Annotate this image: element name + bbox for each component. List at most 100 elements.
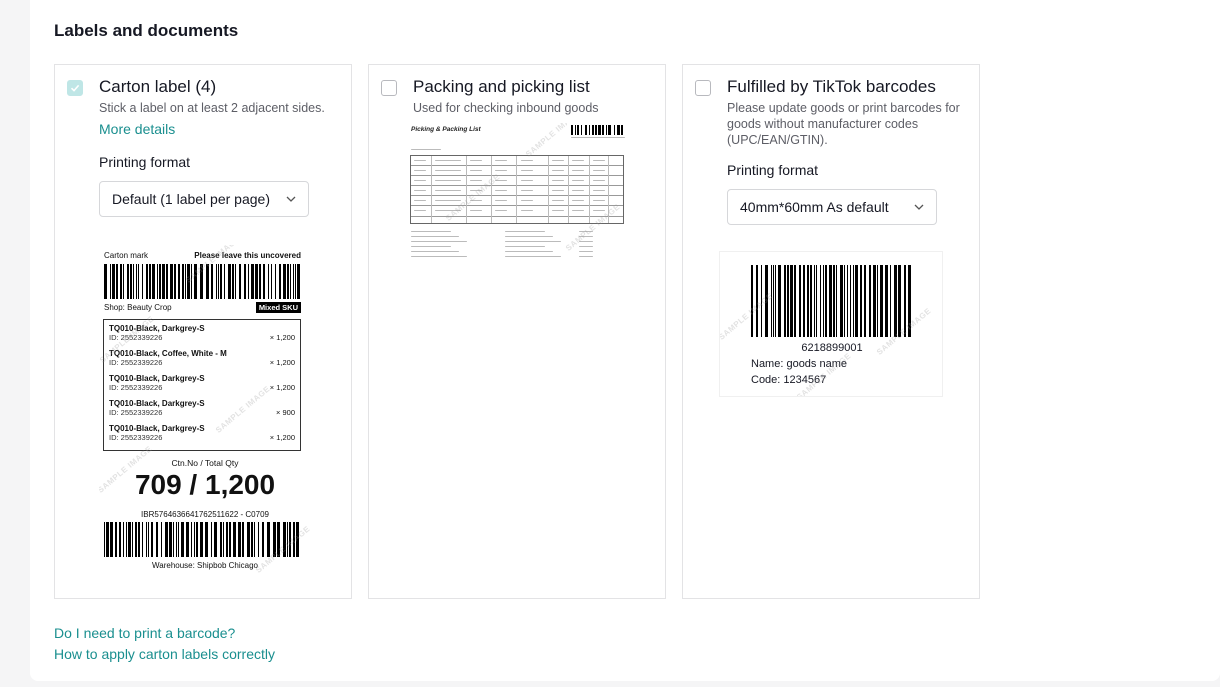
chevron-down-icon — [914, 204, 924, 210]
ftt-barcodes-card[interactable]: Fulfilled by TikTok barcodes Please upda… — [682, 64, 980, 599]
table-line — [411, 175, 623, 176]
barcode-bar — [283, 264, 286, 299]
scribble — [552, 190, 564, 191]
scribble — [495, 160, 507, 161]
more-details-link[interactable]: More details — [99, 121, 175, 137]
barcode-bar — [248, 264, 249, 299]
barcode-bar — [825, 265, 827, 337]
scribble — [579, 241, 593, 242]
barcode-bar — [104, 264, 107, 299]
barcode-bar — [244, 264, 246, 299]
barcode-bar — [794, 265, 796, 337]
barcode-bar — [250, 522, 253, 557]
carton-labels-help-link[interactable]: How to apply carton labels correctly — [54, 646, 275, 662]
warehouse-text: Warehouse: Shipbob Chicago — [152, 561, 258, 570]
table-line — [568, 156, 569, 223]
print-barcode-help-link[interactable]: Do I need to print a barcode? — [54, 625, 235, 641]
packing-list-heading: Picking & Packing List — [411, 126, 481, 133]
printing-format-select[interactable]: Default (1 label per page) — [99, 181, 309, 217]
barcode-bar — [836, 265, 837, 337]
ftt-barcodes-checkbox[interactable] — [695, 80, 711, 96]
scribble — [521, 160, 533, 161]
scribble — [435, 160, 461, 161]
scribble — [593, 190, 605, 191]
barcode-bar — [287, 522, 289, 557]
barcode-bar — [110, 264, 111, 299]
carton-label-card[interactable]: Carton label (4) Stick a label on at lea… — [54, 64, 352, 599]
scribble — [470, 160, 482, 161]
barcode-bar — [152, 264, 155, 299]
sku-row: TQ010-Black, Darkgrey-S ID: 2552339226 ×… — [109, 324, 295, 349]
barcode-bar — [130, 264, 132, 299]
barcode-bar — [756, 265, 758, 337]
packing-list-preview: Picking & Packing List SAMPLE IMAGE SAMP… — [409, 123, 629, 283]
barcode-bar — [220, 264, 222, 299]
barcode-bar — [142, 264, 143, 299]
barcode-bar — [614, 125, 615, 135]
sku-row: TQ010-Black, Darkgrey-S ID: 2552339226 ×… — [109, 374, 295, 399]
scribble — [414, 200, 426, 201]
barcode-bar — [617, 125, 620, 135]
check-icon — [70, 84, 80, 92]
scribble — [470, 210, 482, 211]
barcode-bar — [112, 264, 115, 299]
barcode-bar — [803, 265, 805, 337]
barcode-bar — [296, 522, 300, 557]
barcode-bar — [147, 522, 149, 557]
barcode-bar — [241, 522, 244, 557]
barcode-bar — [273, 522, 277, 557]
barcode-bar — [268, 264, 269, 299]
barcode-bar — [239, 264, 241, 299]
section-title: Labels and documents — [54, 21, 239, 40]
scribble — [505, 256, 561, 257]
table-line — [411, 205, 623, 206]
barcode-bar — [228, 522, 231, 557]
packing-barcode — [571, 125, 625, 135]
barcode-bar — [120, 264, 122, 299]
barcode-bar — [880, 265, 883, 337]
barcode-number: 6218899001 — [801, 342, 863, 354]
barcode-bar — [877, 265, 878, 337]
shop-text: Shop: Beauty Crop — [104, 303, 172, 312]
table-line — [411, 216, 623, 217]
barcode-bar — [173, 522, 175, 557]
barcode-bar — [275, 264, 276, 299]
barcode-bar — [289, 522, 292, 557]
scribble — [435, 180, 461, 181]
ctn-label: Ctn.No / Total Qty — [171, 458, 239, 468]
card-description: Please update goods or print barcodes fo… — [727, 101, 960, 147]
ftt-barcode — [751, 265, 913, 337]
packing-list-card[interactable]: Packing and picking list Used for checki… — [368, 64, 666, 599]
barcode-bar — [194, 264, 197, 299]
barcode-bar — [174, 264, 176, 299]
barcode-bar — [235, 264, 236, 299]
packing-list-checkbox[interactable] — [381, 80, 397, 96]
barcode-bar — [136, 264, 137, 299]
barcode-bar — [253, 522, 255, 557]
scribble — [505, 241, 561, 242]
barcode-bar — [165, 522, 169, 557]
uncovered-text: Please leave this uncovered — [194, 251, 301, 260]
table-line — [411, 195, 623, 196]
table-line — [589, 156, 590, 223]
carton-label-preview: Carton mark Please leave this uncovered … — [99, 245, 311, 585]
scribble — [505, 236, 553, 237]
scribble — [495, 180, 507, 181]
scribble — [593, 200, 605, 201]
carton-label-checkbox[interactable] — [67, 80, 83, 96]
barcode-bar — [211, 522, 212, 557]
barcode-bar — [216, 264, 217, 299]
scribble — [572, 210, 584, 211]
barcode-bar — [123, 264, 124, 299]
barcode-bar — [259, 264, 261, 299]
scribble — [579, 231, 593, 232]
barcode-bar — [137, 522, 140, 557]
scribble — [470, 170, 482, 171]
printing-format-select[interactable]: 40mm*60mm As default — [727, 189, 937, 225]
barcode-bar — [297, 264, 300, 299]
barcode-bar — [134, 522, 137, 557]
scribble — [552, 180, 564, 181]
barcode-bar — [853, 265, 854, 337]
barcode-bar — [608, 125, 611, 135]
card-title: Carton label (4) — [99, 77, 217, 96]
